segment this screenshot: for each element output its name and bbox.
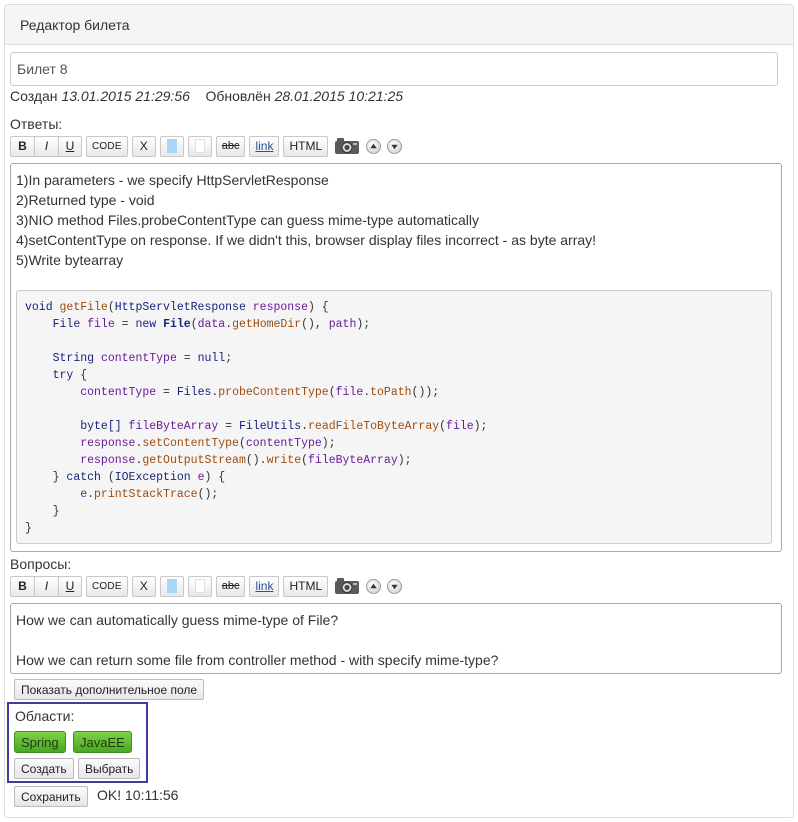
code-token: e — [80, 488, 88, 501]
html-button[interactable]: HTML — [283, 575, 329, 597]
questions-toolbar: B I U CODE X abc link HTML — [10, 575, 408, 597]
answers-toolbar: B I U CODE X abc link HTML — [10, 135, 408, 157]
code-token: response — [80, 454, 136, 467]
link-button[interactable]: link — [249, 135, 280, 157]
code-token: contentType — [80, 386, 157, 399]
code-token: fileByteArray — [308, 454, 398, 467]
created-value: 13.01.2015 21:29:56 — [61, 88, 190, 104]
move-down-icon[interactable] — [387, 138, 403, 154]
save-button[interactable]: Сохранить — [14, 786, 88, 807]
code-token: setContentType — [142, 437, 239, 450]
code-token: response — [80, 437, 136, 450]
bold-button[interactable]: B — [10, 575, 34, 597]
tag-javaee[interactable]: JavaEE — [73, 731, 132, 753]
create-area-button[interactable]: Создать — [14, 758, 74, 779]
code-token: getOutputStream — [142, 454, 246, 467]
underline-button[interactable]: U — [58, 135, 82, 157]
code-token: toPath — [370, 386, 412, 399]
choose-area-button[interactable]: Выбрать — [78, 758, 141, 779]
code-token: null — [197, 352, 226, 365]
strikethrough-button[interactable]: abc — [215, 135, 246, 157]
code-token: printStackTrace — [94, 488, 198, 501]
code-button[interactable]: CODE — [86, 135, 128, 157]
answer-line: 1)In parameters - we specify HttpServlet… — [16, 172, 329, 188]
questions-label: Вопросы: — [10, 556, 72, 572]
code-token: new — [135, 318, 157, 331]
areas-label: Области: — [15, 708, 75, 724]
save-status: OK! 10:11:56 — [97, 787, 179, 803]
code-token: IOException — [114, 471, 191, 484]
code-token: try — [52, 369, 74, 382]
white-swatch-icon — [194, 579, 205, 593]
code-button[interactable]: CODE — [86, 575, 128, 597]
code-token: Files — [176, 386, 212, 399]
format-group: B I U — [10, 135, 82, 157]
question-line: How we can automatically guess mime-type… — [16, 612, 339, 628]
updated-label: Обновлён — [205, 88, 271, 104]
code-token: getHomeDir — [232, 318, 302, 331]
html-button[interactable]: HTML — [283, 135, 329, 157]
code-token: byte[] — [80, 420, 122, 433]
code-token: e — [197, 471, 205, 484]
answer-line: 5)Write bytearray — [16, 252, 124, 268]
code-token: response — [252, 301, 308, 314]
italic-button[interactable]: I — [34, 575, 58, 597]
move-down-icon[interactable] — [387, 578, 403, 594]
blue-swatch-icon — [166, 579, 177, 593]
questions-editor[interactable]: How we can automatically guess mime-type… — [10, 603, 782, 674]
camera-icon[interactable] — [334, 577, 360, 595]
code-token: file — [335, 386, 364, 399]
code-token: getFile — [59, 301, 108, 314]
code-token: FileUtils — [238, 420, 302, 433]
white-color-button[interactable] — [187, 135, 212, 157]
created-label: Создан — [10, 88, 58, 104]
code-token: catch — [66, 471, 101, 484]
code-block: void getFile(HttpServletResponse respons… — [16, 290, 772, 544]
camera-icon[interactable] — [334, 137, 360, 155]
show-extra-field-button[interactable]: Показать дополнительное поле — [14, 679, 205, 700]
italic-button[interactable]: I — [34, 135, 58, 157]
clear-format-button[interactable]: X — [131, 135, 156, 157]
answers-label: Ответы: — [10, 116, 63, 132]
updated-value: 28.01.2015 10:21:25 — [274, 88, 404, 104]
code-token: file — [446, 420, 474, 433]
code-token: contentType — [100, 352, 177, 365]
answer-line: 4)setContentType on response. If we didn… — [16, 232, 597, 248]
clear-format-button[interactable]: X — [131, 575, 156, 597]
code-token: HttpServletResponse — [114, 301, 246, 314]
blue-swatch-icon — [166, 139, 177, 153]
code-token: contentType — [245, 437, 322, 450]
underline-button[interactable]: U — [58, 575, 82, 597]
white-color-button[interactable] — [187, 575, 212, 597]
move-up-icon[interactable] — [366, 578, 382, 594]
question-line: How we can return some file from control… — [16, 652, 499, 668]
code-token: probeContentType — [218, 386, 329, 399]
ticket-title-input[interactable] — [10, 52, 778, 86]
highlight-color-button[interactable] — [159, 575, 184, 597]
panel-heading: Редактор билета — [5, 5, 793, 45]
highlight-color-button[interactable] — [159, 135, 184, 157]
code-token: File — [163, 318, 191, 331]
code-token: String — [52, 352, 95, 365]
bold-button[interactable]: B — [10, 135, 34, 157]
code-token: void — [25, 301, 53, 314]
answers-editor[interactable]: 1)In parameters - we specify HttpServlet… — [10, 163, 782, 552]
code-token: fileByteArray — [128, 420, 219, 433]
ticket-dates: Создан 13.01.2015 21:29:56 Обновлён 28.0… — [10, 88, 403, 104]
link-button[interactable]: link — [249, 575, 280, 597]
code-token: file — [87, 318, 115, 331]
move-up-icon[interactable] — [366, 138, 382, 154]
code-token: readFileToByteArray — [308, 420, 440, 433]
code-token: data — [197, 318, 226, 331]
white-swatch-icon — [194, 139, 205, 153]
answer-line: 3)NIO method Files.probeContentType can … — [16, 212, 479, 228]
answer-line: 2)Returned type - void — [16, 192, 155, 208]
code-token: File — [52, 318, 81, 331]
format-group: B I U — [10, 575, 82, 597]
code-token: path — [328, 318, 357, 331]
code-token: write — [266, 454, 302, 467]
strikethrough-button[interactable]: abc — [215, 575, 246, 597]
tag-spring[interactable]: Spring — [14, 731, 66, 753]
